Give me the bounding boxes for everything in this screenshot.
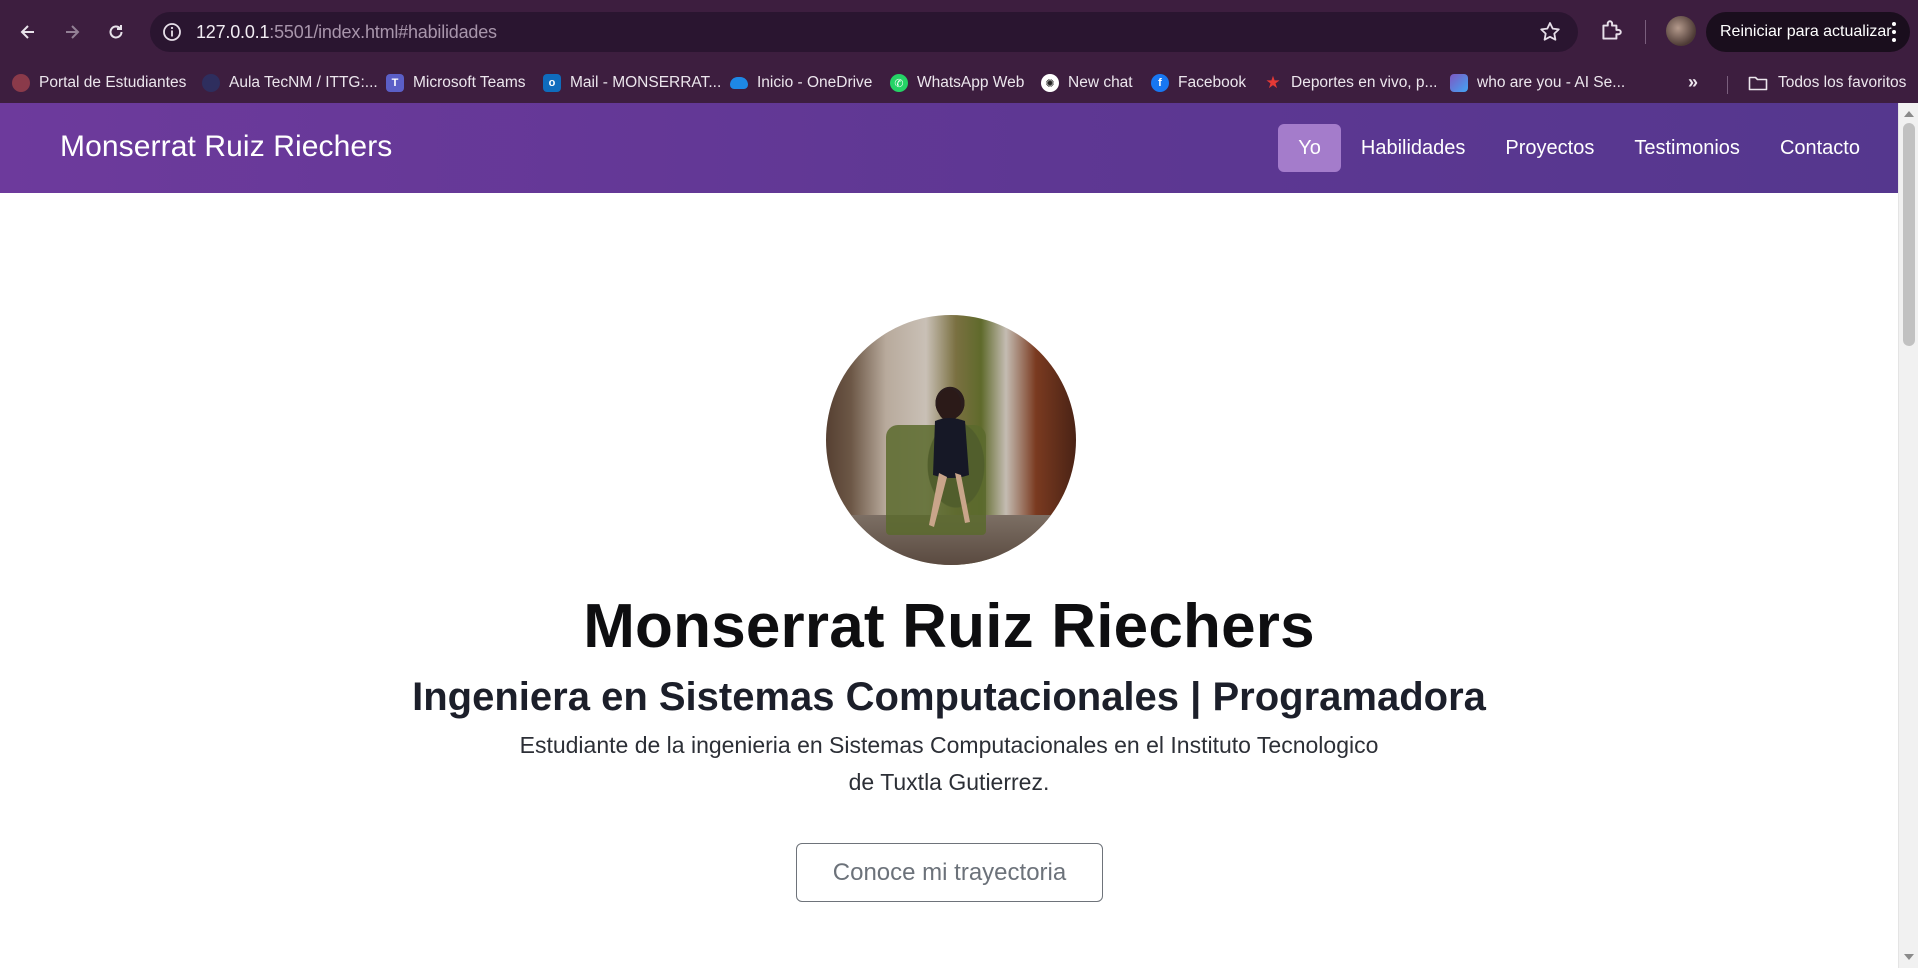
- bookmark-mail[interactable]: o Mail - MONSERRAT...: [543, 70, 721, 96]
- nav-link-testimonios[interactable]: Testimonios: [1614, 124, 1760, 172]
- aula-icon: [202, 74, 220, 92]
- bookmark-label: New chat: [1068, 74, 1133, 91]
- url-host: 127.0.0.1: [196, 22, 270, 42]
- all-bookmarks-folder[interactable]: Todos los favoritos: [1748, 70, 1906, 96]
- profile-avatar[interactable]: [1666, 16, 1696, 46]
- browser-toolbar: 127.0.0.1:5501/index.html#habilidades Re…: [0, 0, 1918, 64]
- forward-arrow-icon: [66, 25, 80, 39]
- forward-button[interactable]: [54, 14, 90, 50]
- whatsapp-icon: ✆: [890, 74, 908, 92]
- bookmark-label: Deportes en vivo, p...: [1291, 74, 1438, 91]
- onedrive-icon: [730, 77, 748, 89]
- hero-description-line2: de Tuxtla Gutierrez.: [848, 769, 1050, 795]
- bookmark-label: who are you - AI Se...: [1477, 74, 1626, 91]
- bookmarks-bar: Portal de Estudiantes Aula TecNM / ITTG:…: [0, 64, 1918, 103]
- more-bookmarks-chevron-icon[interactable]: »: [1688, 72, 1698, 93]
- reload-icon: [109, 25, 123, 39]
- bookmark-star-icon[interactable]: [1538, 20, 1562, 44]
- bookmark-label: Portal de Estudiantes: [39, 74, 187, 91]
- facebook-icon: f: [1151, 74, 1169, 92]
- outlook-icon: o: [543, 74, 561, 92]
- back-arrow-icon: [20, 25, 34, 39]
- ai-icon: [1450, 74, 1468, 92]
- restart-to-update-label: Reiniciar para actualizar: [1720, 23, 1892, 40]
- bookmark-ai[interactable]: who are you - AI Se...: [1450, 70, 1625, 96]
- site-navbar: Monserrat Ruiz Riechers Yo Habilidades P…: [0, 103, 1898, 193]
- restart-to-update-button[interactable]: Reiniciar para actualizar: [1706, 12, 1910, 52]
- bookmark-deportes[interactable]: ★ Deportes en vivo, p...: [1264, 70, 1437, 96]
- page-viewport: Monserrat Ruiz Riechers Yo Habilidades P…: [0, 103, 1898, 968]
- bookmarks-divider: [1727, 76, 1728, 94]
- toolbar-divider: [1645, 20, 1646, 44]
- bookmark-new-chat[interactable]: ✺ New chat: [1041, 70, 1133, 96]
- folder-icon: [1748, 76, 1768, 91]
- bookmark-aula[interactable]: Aula TecNM / ITTG:...: [202, 70, 378, 96]
- nav-link-habilidades[interactable]: Habilidades: [1341, 124, 1486, 172]
- nav-link-contacto[interactable]: Contacto: [1760, 124, 1880, 172]
- photo-person: [929, 389, 970, 527]
- bookmark-label: Mail - MONSERRAT...: [570, 74, 722, 91]
- scroll-up-arrow-icon[interactable]: [1904, 111, 1914, 117]
- bookmark-label: Inicio - OneDrive: [757, 74, 873, 91]
- bookmark-label: WhatsApp Web: [917, 74, 1025, 91]
- hero-description: Estudiante de la ingenieria en Sistemas …: [479, 727, 1419, 801]
- extensions-icon[interactable]: [1598, 18, 1626, 46]
- scroll-down-arrow-icon[interactable]: [1904, 954, 1914, 960]
- address-bar[interactable]: 127.0.0.1:5501/index.html#habilidades: [150, 12, 1578, 52]
- portal-icon: [12, 74, 30, 92]
- bookmark-onedrive[interactable]: Inicio - OneDrive: [730, 70, 872, 96]
- teams-icon: T: [386, 74, 404, 92]
- page-scrollbar[interactable]: [1898, 103, 1918, 968]
- back-button[interactable]: [10, 14, 46, 50]
- reload-button[interactable]: [98, 14, 134, 50]
- site-info-icon[interactable]: [160, 20, 184, 44]
- cta-button[interactable]: Conoce mi trayectoria: [796, 843, 1103, 902]
- profile-photo: [826, 315, 1076, 565]
- nav-link-proyectos[interactable]: Proyectos: [1485, 124, 1614, 172]
- nav-link-yo[interactable]: Yo: [1278, 124, 1341, 172]
- url-text[interactable]: 127.0.0.1:5501/index.html#habilidades: [196, 22, 497, 43]
- bookmark-whatsapp[interactable]: ✆ WhatsApp Web: [890, 70, 1024, 96]
- hero-description-line1: Estudiante de la ingenieria en Sistemas …: [519, 732, 1379, 758]
- openai-icon: ✺: [1041, 74, 1059, 92]
- bookmark-label: Aula TecNM / ITTG:...: [229, 74, 378, 91]
- menu-dots-icon[interactable]: [1892, 22, 1896, 42]
- hero-name: Monserrat Ruiz Riechers: [583, 592, 1315, 661]
- site-brand[interactable]: Monserrat Ruiz Riechers: [60, 130, 392, 164]
- bookmark-portal[interactable]: Portal de Estudiantes: [12, 70, 186, 96]
- nav-links: Yo Habilidades Proyectos Testimonios Con…: [1278, 124, 1880, 172]
- bookmark-facebook[interactable]: f Facebook: [1151, 70, 1246, 96]
- url-path: :5501/index.html#habilidades: [269, 22, 497, 42]
- bookmark-teams[interactable]: T Microsoft Teams: [386, 70, 526, 96]
- scrollbar-thumb[interactable]: [1903, 123, 1915, 346]
- bookmark-label: Facebook: [1178, 74, 1247, 91]
- bookmark-label: Microsoft Teams: [413, 74, 526, 91]
- star-icon: ★: [1265, 73, 1281, 92]
- all-bookmarks-label: Todos los favoritos: [1778, 74, 1907, 91]
- browser-chrome: 127.0.0.1:5501/index.html#habilidades Re…: [0, 0, 1918, 103]
- hero-role: Ingeniera en Sistemas Computacionales | …: [412, 675, 1486, 719]
